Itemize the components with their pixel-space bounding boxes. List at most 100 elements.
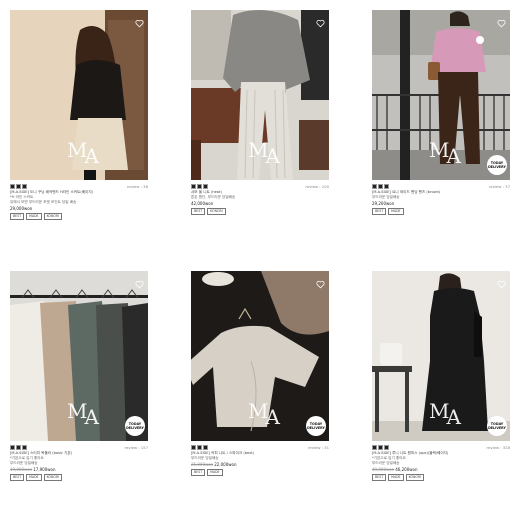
product-photo[interactable]: MA TODAY DELIVERY [372, 10, 510, 180]
today-delivery-badge: TODAY DELIVERY [487, 155, 507, 175]
color-swatch [384, 184, 389, 189]
product-tags: BEST MADE [191, 469, 329, 476]
product-tag: BEST [191, 469, 206, 476]
sale-price: 22,000won [214, 462, 237, 467]
color-review-row: review : 328 [372, 444, 510, 451]
color-swatches [10, 184, 27, 189]
price-row: 19,000won17,900won [10, 467, 148, 473]
color-swatches [191, 445, 208, 450]
heart-icon[interactable] [135, 274, 144, 289]
heart-icon[interactable] [135, 13, 144, 28]
color-swatch [203, 184, 208, 189]
color-swatch [191, 445, 196, 450]
product-photo[interactable]: MA [10, 10, 148, 180]
product-tag: BEST [191, 208, 206, 215]
color-swatch [203, 445, 208, 450]
color-review-row: review : 37 [372, 183, 510, 190]
product-tag: BEST [10, 213, 25, 220]
original-price: 25,000won [191, 462, 214, 467]
review-count: review : 36 [126, 184, 148, 189]
price-row: 29,200won [372, 201, 510, 207]
color-swatch [16, 445, 21, 450]
brand-logo: MA [67, 138, 99, 168]
heart-icon[interactable] [316, 13, 325, 28]
today-delivery-badge: TODAY DELIVERY [125, 416, 145, 436]
review-count: review : 328 [486, 445, 511, 450]
color-swatch [378, 445, 383, 450]
heart-icon[interactable] [497, 13, 506, 28]
price-row: 29,000won [10, 206, 148, 212]
color-swatch [10, 184, 15, 189]
product-card[interactable]: MA review : 100 샤보 울 니트 (heat) 톤온 원단, 부드러운 … [191, 10, 329, 215]
color-review-row: review : 36 [10, 183, 148, 190]
product-tag: MADE [207, 469, 223, 476]
product-tag: BEST [372, 474, 387, 481]
color-swatch [22, 445, 27, 450]
heart-icon[interactable] [316, 274, 325, 289]
original-price: 49,000won [372, 467, 395, 472]
color-swatch [378, 184, 383, 189]
brand-logo: MA [248, 399, 280, 429]
color-review-row: review : 157 [10, 444, 148, 451]
product-card[interactable]: MA TODAY DELIVERY review : 328 [M.A.SIDE] 루니… [372, 271, 510, 481]
color-swatch [191, 184, 196, 189]
brand-logo: MA [248, 138, 280, 168]
brand-logo: MA [429, 399, 461, 429]
product-tag: BEST [10, 474, 25, 481]
product-card[interactable]: MA TODAY DELIVERY review : 31 [M.A.SIDE] 커피 … [191, 271, 329, 476]
product-tag: MADE [26, 213, 42, 220]
product-photo[interactable]: MA [191, 10, 329, 180]
color-swatches [372, 445, 389, 450]
color-swatch [197, 445, 202, 450]
color-review-row: review : 100 [191, 183, 329, 190]
price-row: 25,000won22,000won [191, 462, 329, 468]
review-count: review : 37 [488, 184, 510, 189]
product-card[interactable]: MA TODAY DELIVERY review : 37 [M.A.SIDE] 르니 … [372, 10, 510, 215]
review-count: review : 31 [307, 445, 329, 450]
color-review-row: review : 31 [191, 444, 329, 451]
product-tag: KONORI [207, 208, 226, 215]
heart-icon[interactable] [497, 274, 506, 289]
product-subtitle: 부드러운 당일배송 [191, 456, 219, 460]
product-tags: BEST MADE KONORI [10, 213, 148, 220]
product-description: 뒤에서 보면 부드러운 포켓 포인트 당일 배송 [10, 200, 77, 204]
product-tag: KONORI [405, 474, 425, 481]
color-swatch [197, 184, 202, 189]
product-description: 부드러운 당일배송 [372, 461, 400, 465]
today-delivery-badge: TODAY DELIVERY [487, 416, 507, 436]
product-tag: MADE [388, 474, 404, 481]
review-count: review : 100 [305, 184, 330, 189]
product-tags: BEST MADE KONORI [372, 474, 510, 481]
product-description: 톤온 원단, 부드러운 당일배송 [191, 195, 236, 199]
brand-logo: MA [429, 138, 461, 168]
product-tag: MADE [26, 474, 42, 481]
sale-price: 46,200won [395, 467, 418, 472]
product-photo[interactable]: MA TODAY DELIVERY [10, 271, 148, 441]
color-swatch [372, 445, 377, 450]
price-row: 49,000won46,200won [372, 467, 510, 473]
product-tags: BEST MADE [372, 208, 510, 215]
product-tag: BEST [372, 208, 387, 215]
product-photo[interactable]: MA TODAY DELIVERY [372, 271, 510, 441]
product-description: 부드러운 당일배송 [10, 461, 38, 465]
product-photo[interactable]: MA TODAY DELIVERY [191, 271, 329, 441]
product-tags: BEST MADE KONORI [10, 474, 148, 481]
brand-logo: MA [67, 399, 99, 429]
product-card[interactable]: MA TODAY DELIVERY review : 157 [M.A.SIDE] 스티… [10, 271, 148, 481]
color-swatches [191, 184, 208, 189]
color-swatch [372, 184, 377, 189]
product-tags: BEST KONORI [191, 208, 329, 215]
product-tag: MADE [388, 208, 404, 215]
product-card[interactable]: MA review : 36 [M.A.SIDE] 도니 꾸닝 배색밴드 H라인 스… [10, 10, 148, 220]
review-count: review : 157 [124, 445, 149, 450]
color-swatch [22, 184, 27, 189]
color-swatch [384, 445, 389, 450]
color-swatch [16, 184, 21, 189]
product-tag: KONORI [43, 474, 63, 481]
sale-price: 17,900won [33, 467, 56, 472]
today-delivery-badge: TODAY DELIVERY [306, 416, 326, 436]
color-swatches [372, 184, 389, 189]
product-tag: KONORI [43, 213, 63, 220]
product-description: 부드러운 당일배송 [372, 195, 400, 199]
price-row: 42,000won [191, 201, 329, 207]
